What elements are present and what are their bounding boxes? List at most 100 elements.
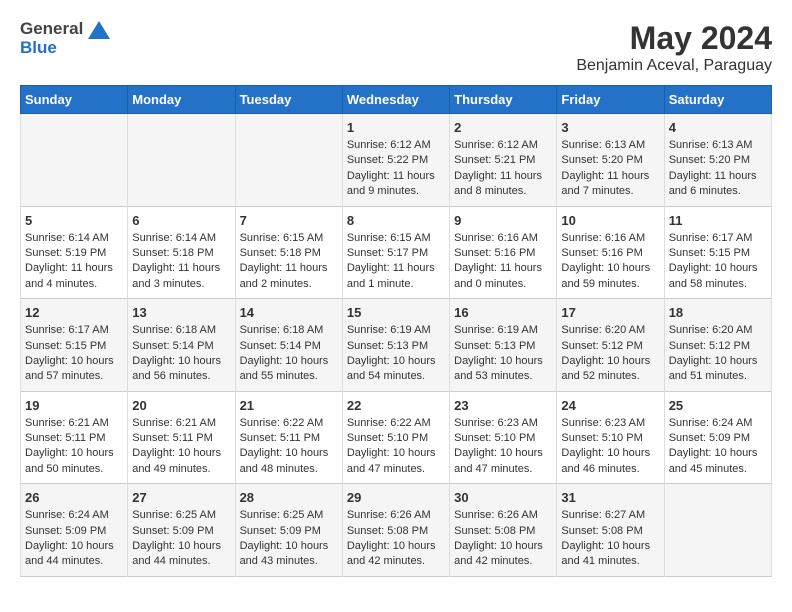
day-info-line: Daylight: 11 hours and 6 minutes. [669,169,767,200]
day-number: 15 [347,305,445,320]
day-info-line: Sunrise: 6:16 AM [561,231,659,246]
calendar-day-cell: 18Sunrise: 6:20 AMSunset: 5:12 PMDayligh… [664,299,771,392]
calendar-day-cell: 28Sunrise: 6:25 AMSunset: 5:09 PMDayligh… [235,484,342,577]
day-info-line: Sunrise: 6:15 AM [347,231,445,246]
day-info-line: Daylight: 11 hours and 3 minutes. [132,261,230,292]
day-info-line: Sunrise: 6:26 AM [347,508,445,523]
day-info-line: Daylight: 11 hours and 4 minutes. [25,261,123,292]
day-info-line: Sunset: 5:12 PM [669,339,767,354]
day-info-line: Sunset: 5:18 PM [240,246,338,261]
header-saturday: Saturday [664,86,771,114]
day-info: Sunrise: 6:22 AMSunset: 5:11 PMDaylight:… [240,416,338,478]
day-number: 27 [132,490,230,505]
calendar-day-cell: 11Sunrise: 6:17 AMSunset: 5:15 PMDayligh… [664,206,771,299]
day-info-line: Sunset: 5:09 PM [132,524,230,539]
day-info-line: Daylight: 11 hours and 8 minutes. [454,169,552,200]
logo-blue: Blue [20,39,110,58]
day-info-line: Sunrise: 6:13 AM [561,138,659,153]
day-info-line: Daylight: 10 hours and 57 minutes. [25,354,123,385]
calendar-day-cell: 29Sunrise: 6:26 AMSunset: 5:08 PMDayligh… [342,484,449,577]
day-number: 30 [454,490,552,505]
header: General Blue May 2024 Benjamin Aceval, P… [20,20,772,75]
day-info: Sunrise: 6:19 AMSunset: 5:13 PMDaylight:… [454,323,552,385]
day-info: Sunrise: 6:25 AMSunset: 5:09 PMDaylight:… [240,508,338,570]
day-info: Sunrise: 6:18 AMSunset: 5:14 PMDaylight:… [240,323,338,385]
day-info-line: Sunrise: 6:16 AM [454,231,552,246]
calendar-week-row: 12Sunrise: 6:17 AMSunset: 5:15 PMDayligh… [21,299,772,392]
calendar-day-cell [128,114,235,207]
day-info-line: Sunrise: 6:20 AM [561,323,659,338]
day-number: 19 [25,398,123,413]
day-info-line: Sunset: 5:15 PM [25,339,123,354]
day-info-line: Daylight: 10 hours and 42 minutes. [454,539,552,570]
calendar-day-cell: 25Sunrise: 6:24 AMSunset: 5:09 PMDayligh… [664,391,771,484]
calendar-day-cell: 26Sunrise: 6:24 AMSunset: 5:09 PMDayligh… [21,484,128,577]
day-info-line: Sunrise: 6:25 AM [132,508,230,523]
day-number: 13 [132,305,230,320]
day-info-line: Sunset: 5:14 PM [132,339,230,354]
day-number: 26 [25,490,123,505]
day-number: 25 [669,398,767,413]
day-info-line: Sunrise: 6:17 AM [25,323,123,338]
day-info: Sunrise: 6:13 AMSunset: 5:20 PMDaylight:… [669,138,767,200]
day-info-line: Sunrise: 6:23 AM [454,416,552,431]
header-monday: Monday [128,86,235,114]
day-number: 6 [132,213,230,228]
day-info-line: Sunset: 5:20 PM [669,153,767,168]
day-number: 21 [240,398,338,413]
day-number: 5 [25,213,123,228]
day-info-line: Sunset: 5:08 PM [347,524,445,539]
day-info: Sunrise: 6:27 AMSunset: 5:08 PMDaylight:… [561,508,659,570]
day-info: Sunrise: 6:23 AMSunset: 5:10 PMDaylight:… [561,416,659,478]
day-info-line: Sunset: 5:11 PM [132,431,230,446]
day-info-line: Sunset: 5:11 PM [25,431,123,446]
day-info-line: Daylight: 10 hours and 58 minutes. [669,261,767,292]
day-info-line: Daylight: 10 hours and 47 minutes. [347,446,445,477]
day-info-line: Sunset: 5:10 PM [454,431,552,446]
day-info-line: Daylight: 10 hours and 51 minutes. [669,354,767,385]
day-info-line: Sunrise: 6:12 AM [454,138,552,153]
day-info: Sunrise: 6:26 AMSunset: 5:08 PMDaylight:… [347,508,445,570]
day-info-line: Daylight: 11 hours and 1 minute. [347,261,445,292]
day-info-line: Sunrise: 6:15 AM [240,231,338,246]
calendar-day-cell: 20Sunrise: 6:21 AMSunset: 5:11 PMDayligh… [128,391,235,484]
day-info-line: Sunset: 5:10 PM [347,431,445,446]
day-info: Sunrise: 6:25 AMSunset: 5:09 PMDaylight:… [132,508,230,570]
calendar-day-cell: 5 Sunrise: 6:14 AMSunset: 5:19 PMDaylight… [21,206,128,299]
header-sunday: Sunday [21,86,128,114]
day-info-line: Sunset: 5:19 PM [25,246,123,261]
day-info: Sunrise: 6:20 AMSunset: 5:12 PMDaylight:… [561,323,659,385]
day-info-line: Sunset: 5:09 PM [240,524,338,539]
day-info: Sunrise: 6:12 AMSunset: 5:21 PMDaylight:… [454,138,552,200]
day-info-line: Sunset: 5:22 PM [347,153,445,168]
day-info-line: Daylight: 10 hours and 55 minutes. [240,354,338,385]
day-info-line: Daylight: 11 hours and 9 minutes. [347,169,445,200]
day-info-line: Sunrise: 6:14 AM [132,231,230,246]
calendar-day-cell: 3Sunrise: 6:13 AMSunset: 5:20 PMDaylight… [557,114,664,207]
day-info-line: Sunrise: 6:14 AM [25,231,123,246]
day-info-line: Sunrise: 6:17 AM [669,231,767,246]
calendar-day-cell: 7Sunrise: 6:15 AMSunset: 5:18 PMDaylight… [235,206,342,299]
day-info-line: Sunset: 5:10 PM [561,431,659,446]
logo-general: General [20,20,110,39]
day-number: 8 [347,213,445,228]
day-info-line: Sunrise: 6:24 AM [25,508,123,523]
day-info-line: Sunset: 5:09 PM [669,431,767,446]
day-info-line: Daylight: 10 hours and 52 minutes. [561,354,659,385]
day-number: 24 [561,398,659,413]
day-info-line: Sunset: 5:21 PM [454,153,552,168]
month-year-title: May 2024 [576,20,772,57]
calendar-week-row: 1Sunrise: 6:12 AMSunset: 5:22 PMDaylight… [21,114,772,207]
day-info-line: Sunrise: 6:26 AM [454,508,552,523]
day-info-line: Sunset: 5:14 PM [240,339,338,354]
calendar-day-cell: 2 Sunrise: 6:12 AMSunset: 5:21 PMDaylight… [450,114,557,207]
day-info-line: Daylight: 10 hours and 59 minutes. [561,261,659,292]
day-info-line: Daylight: 10 hours and 54 minutes. [347,354,445,385]
header-friday: Friday [557,86,664,114]
header-wednesday: Wednesday [342,86,449,114]
day-info-line: Daylight: 11 hours and 0 minutes. [454,261,552,292]
day-info-line: Sunrise: 6:24 AM [669,416,767,431]
day-info-line: Sunset: 5:16 PM [454,246,552,261]
day-number: 2 [454,120,552,135]
day-info-line: Sunrise: 6:13 AM [669,138,767,153]
